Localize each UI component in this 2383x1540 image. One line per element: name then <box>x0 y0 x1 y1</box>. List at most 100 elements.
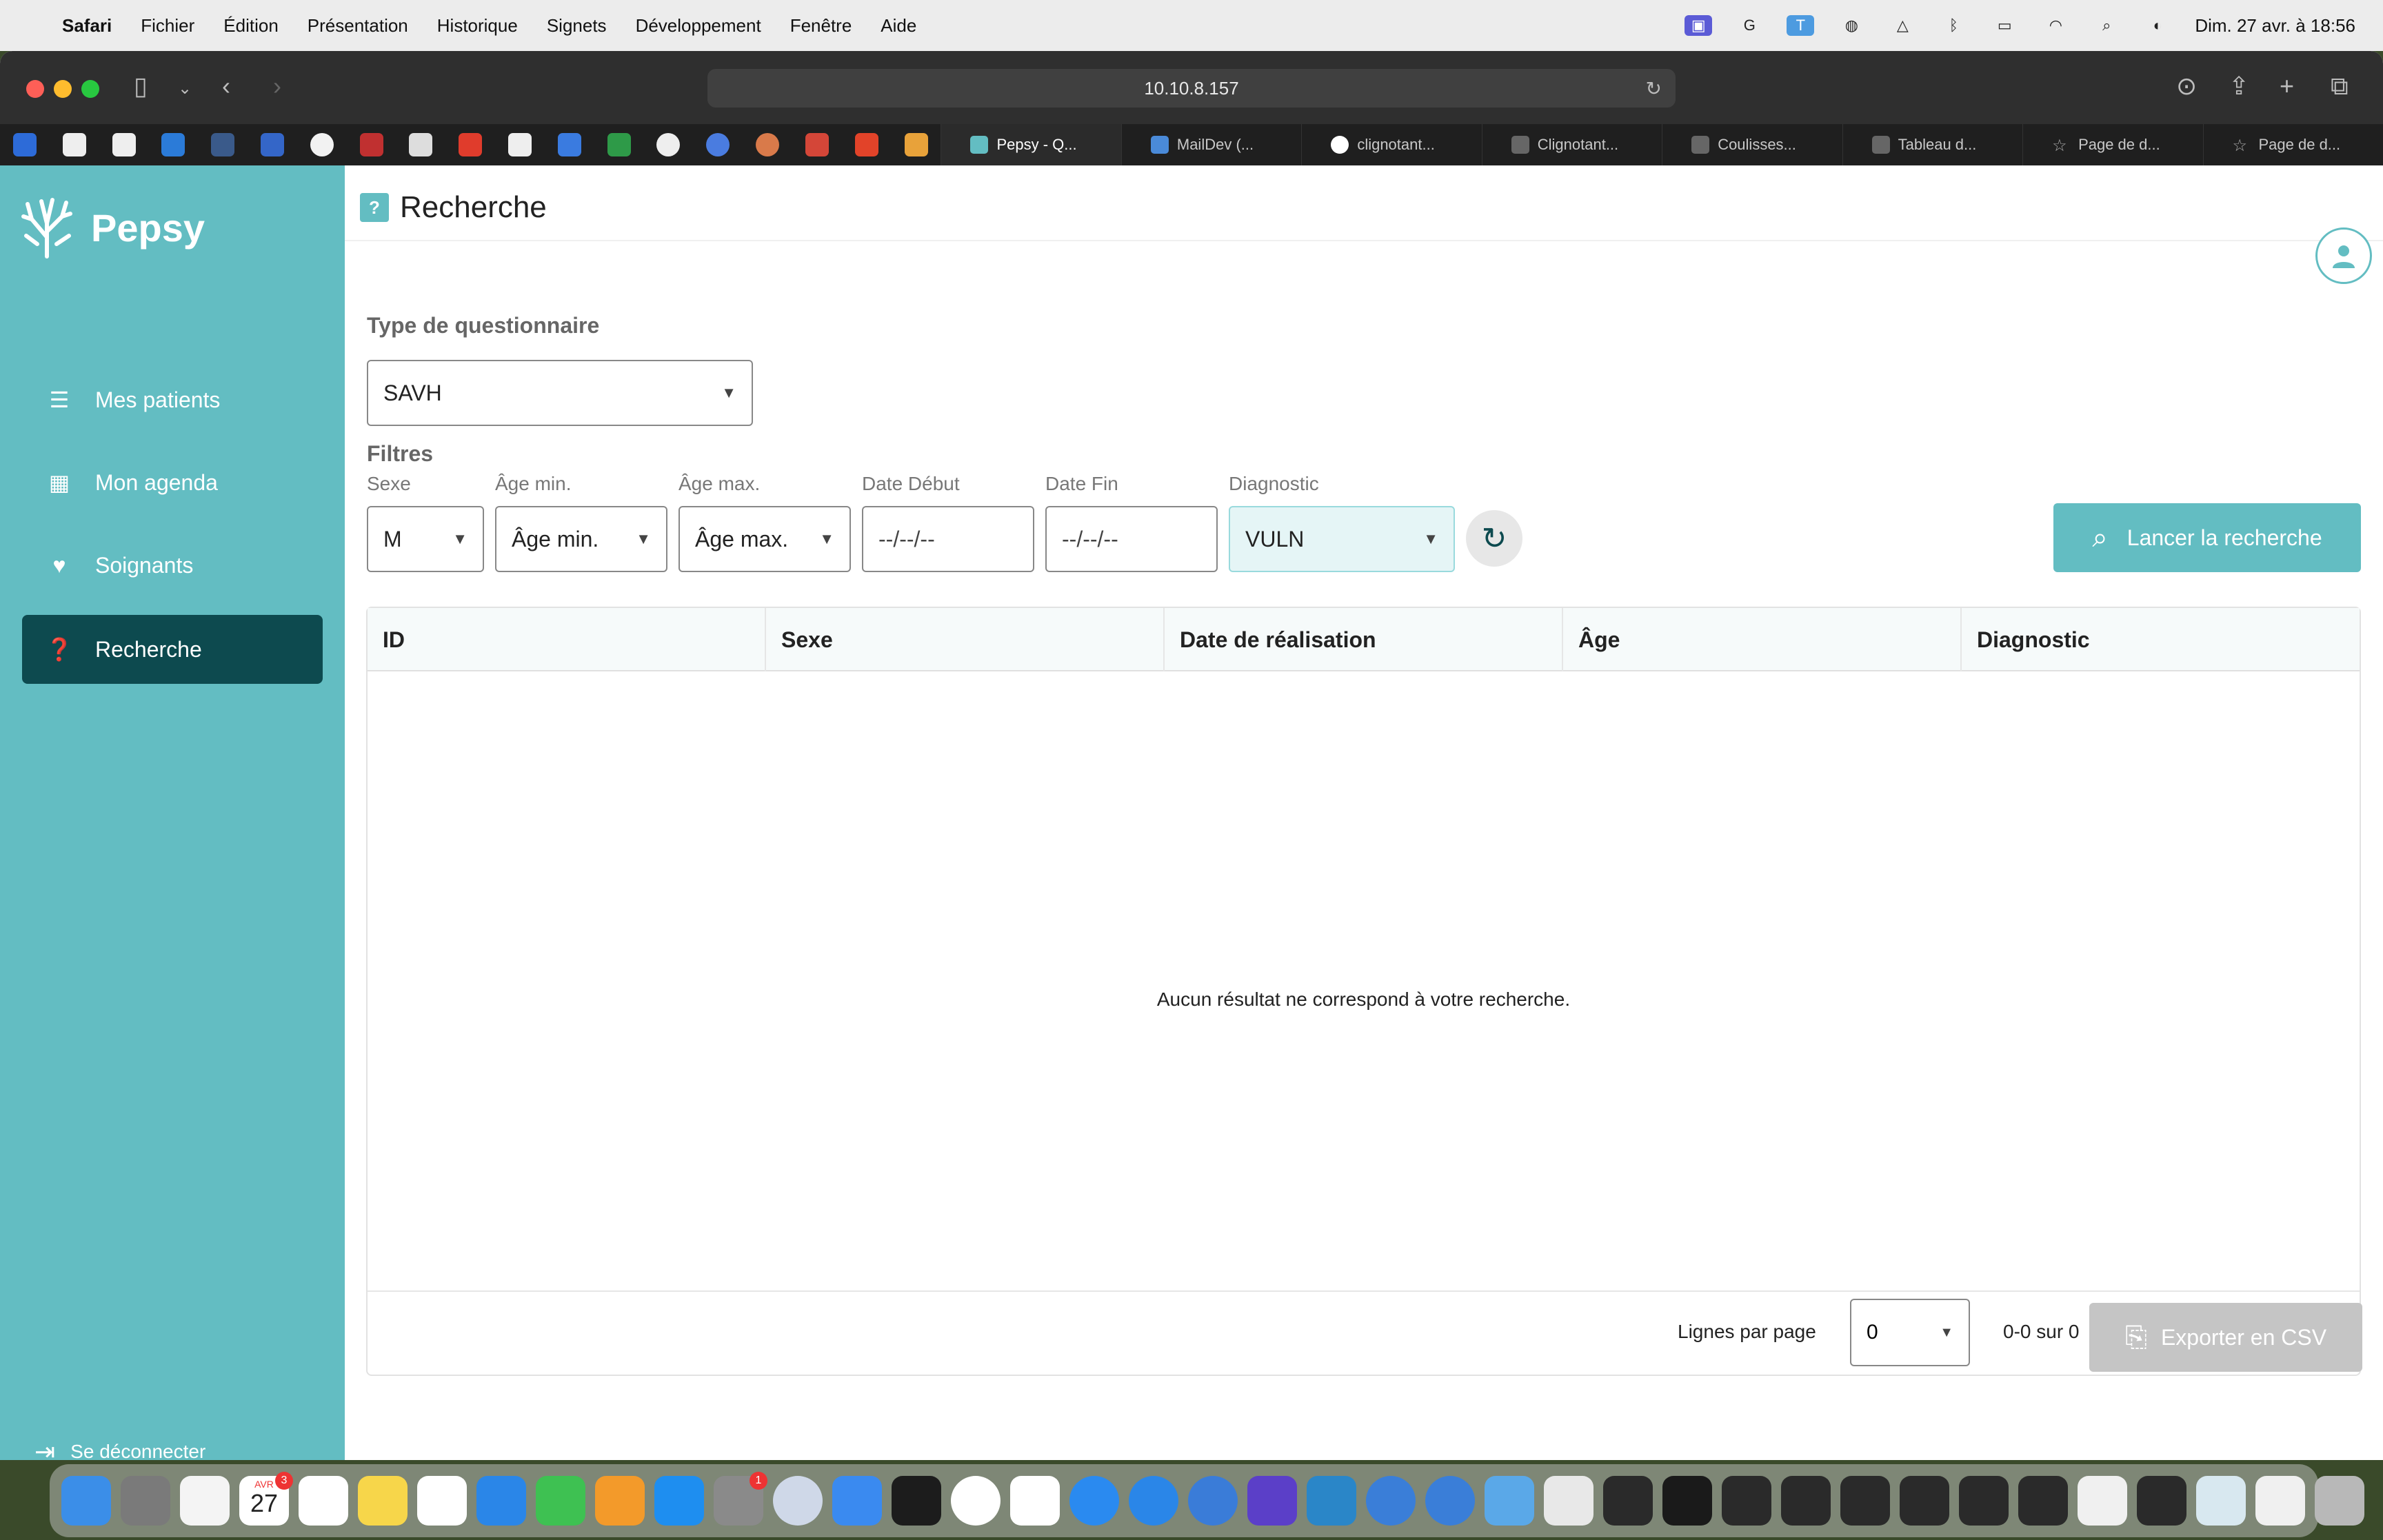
logout-button[interactable]: ⇥ Se déconnecter <box>34 1437 205 1460</box>
grammarly-dock-icon[interactable] <box>1247 1476 1297 1526</box>
calendar-app-icon[interactable]: AVR 27 3 <box>239 1472 293 1526</box>
minimized-window-thumb[interactable] <box>1544 1476 1593 1526</box>
sidebar-toggle-icon[interactable]: ▯ <box>134 72 148 101</box>
menu-presentation[interactable]: Présentation <box>308 15 408 37</box>
tab-pepsy[interactable]: Pepsy - Q... <box>941 124 1121 165</box>
tab-coulisses[interactable]: Coulisses... <box>1662 124 1842 165</box>
back-icon[interactable]: ‹ <box>222 72 230 101</box>
spotlight-search-icon[interactable]: ⌕ <box>2093 15 2120 36</box>
column-header-date[interactable]: Date de réalisation <box>1165 608 1563 671</box>
pinned-tab[interactable] <box>198 124 248 165</box>
minimized-window-thumb[interactable] <box>1722 1476 1771 1526</box>
freeform-icon[interactable] <box>417 1476 467 1526</box>
menu-edition[interactable]: Édition <box>223 15 279 37</box>
chrome-icon[interactable] <box>951 1476 1001 1526</box>
minimized-window-thumb[interactable] <box>1900 1476 1949 1526</box>
pinned-tab[interactable] <box>148 124 198 165</box>
instruments-icon[interactable] <box>1010 1476 1060 1526</box>
menu-aide[interactable]: Aide <box>881 15 916 37</box>
share-icon[interactable]: ⇪ <box>2229 72 2249 101</box>
network-globe-icon[interactable] <box>1425 1476 1475 1526</box>
forward-icon[interactable]: › <box>273 72 281 101</box>
menu-app-name[interactable]: Safari <box>62 15 112 37</box>
minimized-window-thumb[interactable] <box>1959 1476 2009 1526</box>
pinned-tab[interactable] <box>347 124 396 165</box>
menu-developpement[interactable]: Développement <box>636 15 761 37</box>
downloads-folder-icon[interactable] <box>1485 1476 1534 1526</box>
pinned-tab[interactable] <box>99 124 149 165</box>
questionnaire-type-select[interactable]: SAVH ▼ <box>367 360 753 426</box>
xcode-icon[interactable] <box>832 1476 882 1526</box>
pages-icon[interactable] <box>595 1476 645 1526</box>
tab-google[interactable]: clignotant... <box>1301 124 1481 165</box>
pinned-tab[interactable] <box>495 124 545 165</box>
tab-clignotant[interactable]: Clignotant... <box>1481 124 1662 165</box>
sidebar-item-mes-patients[interactable]: ☰ Mes patients <box>22 365 323 434</box>
menu-fenetre[interactable]: Fenêtre <box>790 15 852 37</box>
reminders-icon[interactable] <box>299 1476 348 1526</box>
lock-app-icon[interactable] <box>773 1476 823 1526</box>
new-tab-icon[interactable]: + <box>2280 72 2294 101</box>
grammarly-icon[interactable]: G <box>1736 15 1763 36</box>
pinned-tab[interactable] <box>50 124 99 165</box>
pinned-tab[interactable] <box>0 124 50 165</box>
address-bar[interactable]: 10.10.8.157 ↻ <box>707 69 1676 108</box>
sidebar-item-recherche[interactable]: ❓ Recherche <box>22 615 323 684</box>
screen-share-icon[interactable]: ▣ <box>1685 15 1713 36</box>
chevron-down-icon[interactable]: ⌄ <box>178 79 192 99</box>
battery-icon[interactable]: ▭ <box>1991 15 2018 36</box>
notes-icon[interactable] <box>358 1476 408 1526</box>
pinned-tab[interactable] <box>297 124 347 165</box>
downloads-icon[interactable]: ⊙ <box>2176 72 2197 101</box>
sidebar-item-mon-agenda[interactable]: ▦ Mon agenda <box>22 448 323 517</box>
date-debut-input[interactable]: --/--/-- <box>862 506 1034 572</box>
system-settings-icon[interactable]: 1 <box>714 1472 767 1526</box>
pinned-tab[interactable] <box>594 124 644 165</box>
column-header-sexe[interactable]: Sexe <box>766 608 1165 671</box>
numbers-icon[interactable] <box>536 1476 585 1526</box>
drive-icon[interactable]: △ <box>1889 15 1916 36</box>
minimized-window-thumb[interactable] <box>1662 1476 1712 1526</box>
column-header-id[interactable]: ID <box>368 608 766 671</box>
pinned-tab[interactable] <box>842 124 892 165</box>
network-globe-icon[interactable] <box>1366 1476 1416 1526</box>
safari-icon[interactable] <box>1069 1476 1119 1526</box>
pinned-tab[interactable] <box>545 124 594 165</box>
reset-filters-button[interactable]: ↻ <box>1466 510 1522 567</box>
diagnostic-select[interactable]: VULN ▼ <box>1229 506 1455 572</box>
minimized-window-thumb[interactable] <box>1603 1476 1653 1526</box>
sidebar-item-soignants[interactable]: ♥ Soignants <box>22 531 323 600</box>
pinned-tab[interactable] <box>743 124 792 165</box>
tab-page-de-d-1[interactable]: ☆ Page de d... <box>2022 124 2202 165</box>
launch-search-button[interactable]: ⌕ Lancer la recherche <box>2053 503 2361 572</box>
launchpad-icon[interactable] <box>121 1476 170 1526</box>
pinned-tab[interactable] <box>445 124 495 165</box>
pinned-tab[interactable] <box>792 124 842 165</box>
control-center-icon[interactable]: ◐ <box>2144 15 2171 36</box>
vpn-icon[interactable]: ◍ <box>1838 15 1865 36</box>
sexe-select[interactable]: M ▼ <box>367 506 484 572</box>
markdown-icon[interactable] <box>1188 1476 1238 1526</box>
pinned-tab[interactable] <box>248 124 297 165</box>
date-fin-input[interactable]: --/--/-- <box>1045 506 1218 572</box>
minimized-window-thumb[interactable] <box>1781 1476 1831 1526</box>
tab-maildev[interactable]: MailDev (... <box>1120 124 1301 165</box>
minimized-window-thumb[interactable] <box>2255 1476 2305 1526</box>
rows-per-page-select[interactable]: 0 ▼ <box>1850 1299 1970 1366</box>
vscode-icon[interactable] <box>1307 1476 1356 1526</box>
minimize-window-icon[interactable] <box>54 80 72 98</box>
minimized-window-thumb[interactable] <box>2137 1476 2186 1526</box>
trash-icon[interactable] <box>2315 1476 2364 1526</box>
column-header-diagnostic[interactable]: Diagnostic <box>1962 608 2360 671</box>
wifi-icon[interactable]: ◠ <box>2042 15 2069 36</box>
pinned-tab[interactable] <box>892 124 941 165</box>
column-header-age[interactable]: Âge <box>1563 608 1962 671</box>
minimized-window-thumb[interactable] <box>1840 1476 1890 1526</box>
photos-icon[interactable] <box>180 1476 230 1526</box>
tab-overview-icon[interactable]: ⧉ <box>2331 72 2349 101</box>
maps-pin-icon[interactable] <box>1129 1476 1178 1526</box>
zoom-window-icon[interactable] <box>81 80 99 98</box>
finder-icon[interactable] <box>61 1476 111 1526</box>
age-min-select[interactable]: Âge min. ▼ <box>495 506 667 572</box>
minimized-window-thumb[interactable] <box>2018 1476 2068 1526</box>
